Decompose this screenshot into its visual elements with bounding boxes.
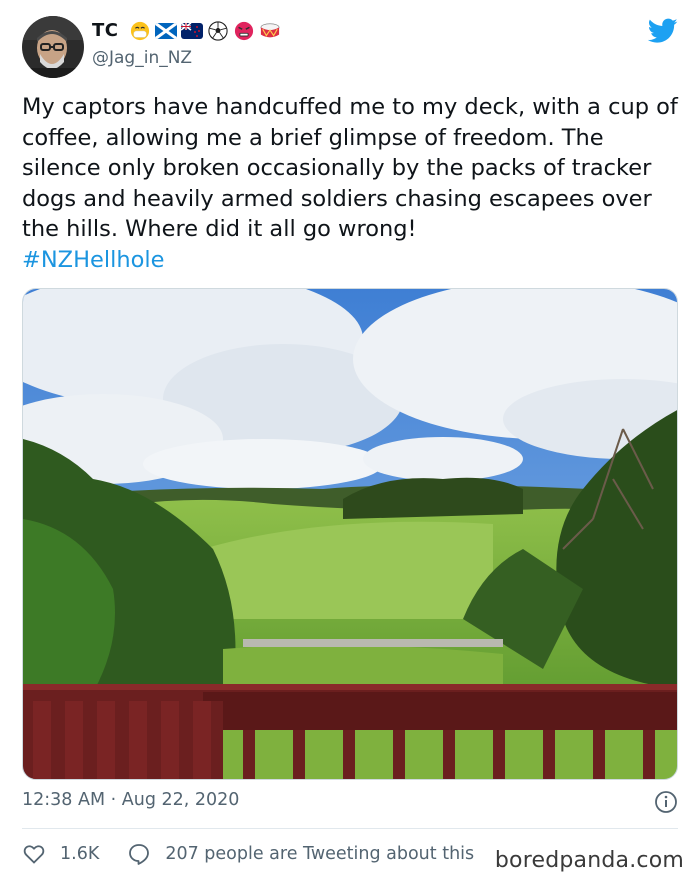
heart-icon[interactable] xyxy=(22,842,46,866)
angry-face-emoji xyxy=(234,21,253,40)
boredpanda-watermark: boredpanda.com xyxy=(494,848,684,873)
divider xyxy=(22,828,678,829)
tweet-card: TC @Jag_in_NZ My captors have handcuffed… xyxy=(0,0,700,882)
tweeting-about-text: 207 people are Tweeting about this xyxy=(165,844,475,864)
face-with-mask-emoji xyxy=(130,21,149,40)
like-stat[interactable]: 1.6K xyxy=(22,842,99,866)
conversation-stat[interactable]: 207 people are Tweeting about this xyxy=(127,842,474,866)
hashtag-link[interactable]: #NZHellhole xyxy=(22,245,682,276)
info-icon[interactable] xyxy=(654,790,678,814)
speech-bubble-icon[interactable] xyxy=(127,842,151,866)
avatar-photo xyxy=(22,16,84,78)
user-handle[interactable]: @Jag_in_NZ xyxy=(92,48,192,68)
name-row: TC xyxy=(92,20,281,41)
soccer-ball-emoji xyxy=(207,20,228,41)
scotland-flag-emoji xyxy=(154,22,177,39)
engagement-bar: 1.6K 207 people are Tweeting about this xyxy=(22,842,502,866)
drum-emoji xyxy=(260,22,279,37)
twitter-bird-icon[interactable] xyxy=(648,18,678,44)
tweet-text: My captors have handcuffed me to my deck… xyxy=(22,92,682,275)
tweet-photo[interactable] xyxy=(22,288,678,780)
landscape-image xyxy=(23,289,677,779)
tweet-timestamp[interactable]: 12:38 AM · Aug 22, 2020 xyxy=(22,790,239,810)
new-zealand-flag-emoji xyxy=(180,22,203,39)
tweet-body: My captors have handcuffed me to my deck… xyxy=(22,94,678,242)
like-count: 1.6K xyxy=(60,844,100,864)
display-name[interactable]: TC xyxy=(92,20,119,41)
avatar[interactable] xyxy=(22,16,84,78)
